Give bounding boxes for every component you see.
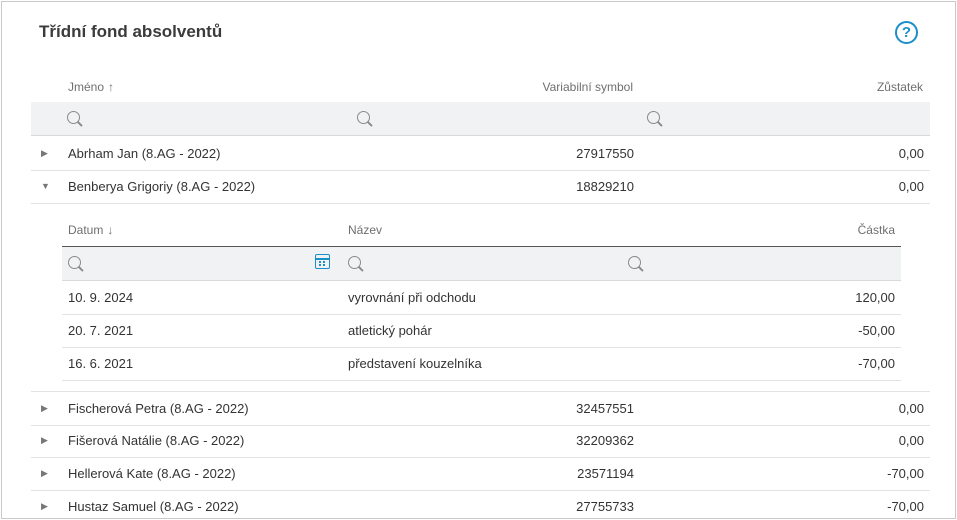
- variable-symbol: 23571194: [577, 466, 634, 481]
- sort-asc-icon: ↑: [108, 80, 115, 94]
- transaction-title: atletický pohár: [348, 323, 432, 338]
- table-row[interactable]: ▼ Benberya Grigoriy (8.AG - 2022) 188292…: [31, 170, 930, 204]
- detail-filter-row: [62, 246, 901, 281]
- detail-row[interactable]: 20. 7. 2021 atletický pohár -50,00: [62, 314, 901, 348]
- detail-header-amount[interactable]: Částka: [858, 223, 895, 237]
- triangle-right-icon[interactable]: ▶: [41, 501, 48, 512]
- transaction-amount: 120,00: [855, 290, 895, 305]
- transaction-amount: -50,00: [858, 323, 895, 338]
- search-icon[interactable]: [67, 111, 80, 124]
- triangle-right-icon[interactable]: ▶: [41, 435, 48, 446]
- balance: -70,00: [887, 499, 924, 514]
- column-header-name-label: Jméno: [68, 80, 105, 94]
- detail-row[interactable]: 10. 9. 2024 vyrovnání při odchodu 120,00: [62, 281, 901, 315]
- student-name: Benberya Grigoriy (8.AG - 2022): [68, 179, 256, 194]
- balance: 0,00: [898, 179, 924, 194]
- detail-header-date[interactable]: Datum ↓: [68, 223, 113, 237]
- column-header-balance[interactable]: Zůstatek: [877, 80, 923, 94]
- transaction-title: představení kouzelníka: [348, 356, 482, 371]
- student-name: Hustaz Samuel (8.AG - 2022): [68, 499, 239, 514]
- search-icon[interactable]: [647, 111, 660, 124]
- page-title: Třídní fond absolventů: [39, 22, 223, 41]
- triangle-right-icon[interactable]: ▶: [41, 148, 48, 159]
- transaction-date: 10. 9. 2024: [68, 290, 134, 305]
- transaction-date: 20. 7. 2021: [68, 323, 134, 338]
- student-name: Abrham Jan (8.AG - 2022): [68, 146, 221, 161]
- variable-symbol: 32457551: [576, 401, 634, 416]
- triangle-right-icon[interactable]: ▶: [41, 468, 48, 479]
- variable-symbol: 27917550: [576, 146, 634, 161]
- detail-row[interactable]: 16. 6. 2021 představení kouzelníka -70,0…: [62, 347, 901, 381]
- column-header-name[interactable]: Jméno ↑: [68, 80, 114, 94]
- balance: 0,00: [898, 401, 924, 416]
- variable-symbol: 18829210: [576, 179, 634, 194]
- student-name: Fišerová Natálie (8.AG - 2022): [68, 433, 245, 448]
- triangle-right-icon[interactable]: ▶: [41, 403, 48, 414]
- transaction-date: 16. 6. 2021: [68, 356, 134, 371]
- balance: 0,00: [898, 146, 924, 161]
- sort-desc-icon: ↓: [107, 223, 114, 237]
- transaction-title: vyrovnání při odchodu: [348, 290, 476, 305]
- filter-row: [31, 102, 930, 136]
- student-name: Hellerová Kate (8.AG - 2022): [68, 466, 236, 481]
- search-icon[interactable]: [348, 256, 361, 269]
- detail-header-title[interactable]: Název: [348, 223, 382, 237]
- search-icon[interactable]: [68, 256, 81, 269]
- search-icon[interactable]: [628, 256, 641, 269]
- balance: -70,00: [887, 466, 924, 481]
- calendar-icon[interactable]: [315, 254, 330, 269]
- balance: 0,00: [898, 433, 924, 448]
- transaction-amount: -70,00: [858, 356, 895, 371]
- table-row[interactable]: ▶ Abrham Jan (8.AG - 2022) 27917550 0,00: [31, 137, 930, 171]
- help-icon[interactable]: ?: [895, 21, 918, 44]
- table-row[interactable]: ▶ Fišerová Natálie (8.AG - 2022) 3220936…: [31, 424, 930, 458]
- search-icon[interactable]: [357, 111, 370, 124]
- student-name: Fischerová Petra (8.AG - 2022): [68, 401, 249, 416]
- variable-symbol: 32209362: [576, 433, 634, 448]
- table-row[interactable]: ▶ Hustaz Samuel (8.AG - 2022) 27755733 -…: [31, 490, 930, 518]
- fund-panel: Třídní fond absolventů ? Jméno ↑ Variabil…: [1, 1, 956, 519]
- variable-symbol: 27755733: [576, 499, 634, 514]
- detail-header-date-label: Datum: [68, 223, 104, 237]
- column-header-vs[interactable]: Variabilní symbol: [543, 80, 633, 94]
- table-row[interactable]: ▶ Fischerová Petra (8.AG - 2022) 3245755…: [31, 391, 930, 426]
- triangle-down-icon[interactable]: ▼: [41, 181, 50, 191]
- table-row[interactable]: ▶ Hellerová Kate (8.AG - 2022) 23571194 …: [31, 457, 930, 491]
